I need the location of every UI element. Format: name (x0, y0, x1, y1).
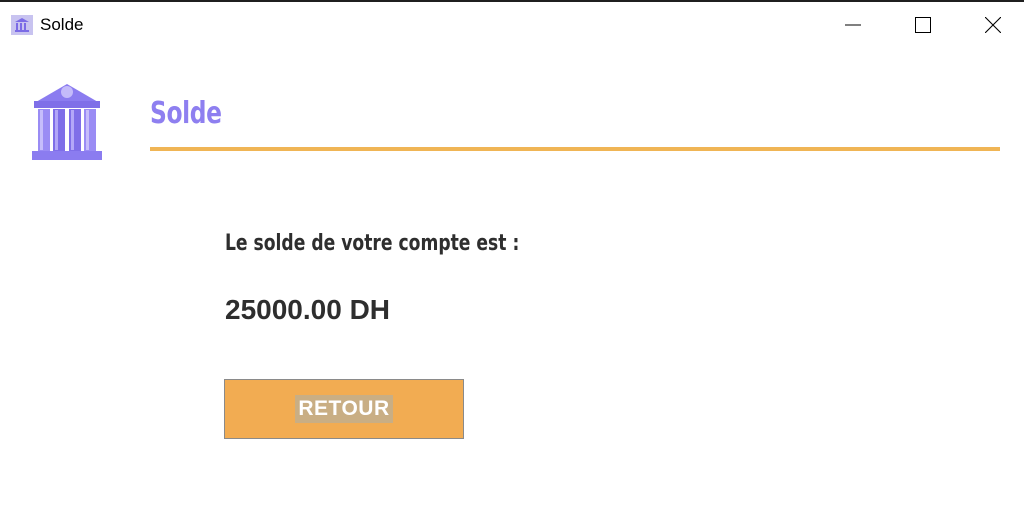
bank-icon (11, 15, 33, 35)
retour-button[interactable]: RETOUR (224, 379, 464, 439)
solde-window: Solde Solde Le solde de votre compte est… (0, 0, 1024, 529)
page-title: Solde (150, 96, 222, 131)
minimize-button[interactable] (830, 2, 876, 48)
title-bar[interactable]: Solde (0, 2, 1024, 48)
retour-button-label: RETOUR (295, 395, 393, 423)
bank-icon (30, 82, 104, 162)
close-icon (985, 17, 1001, 33)
header-divider (150, 147, 1000, 151)
close-button[interactable] (970, 2, 1016, 48)
window-title: Solde (40, 15, 84, 34)
balance-value: 25000.00 DH (225, 294, 391, 325)
minimize-icon (845, 24, 861, 26)
balance-label: Le solde de votre compte est : (225, 231, 520, 256)
maximize-button[interactable] (900, 2, 946, 48)
maximize-icon (915, 17, 931, 33)
